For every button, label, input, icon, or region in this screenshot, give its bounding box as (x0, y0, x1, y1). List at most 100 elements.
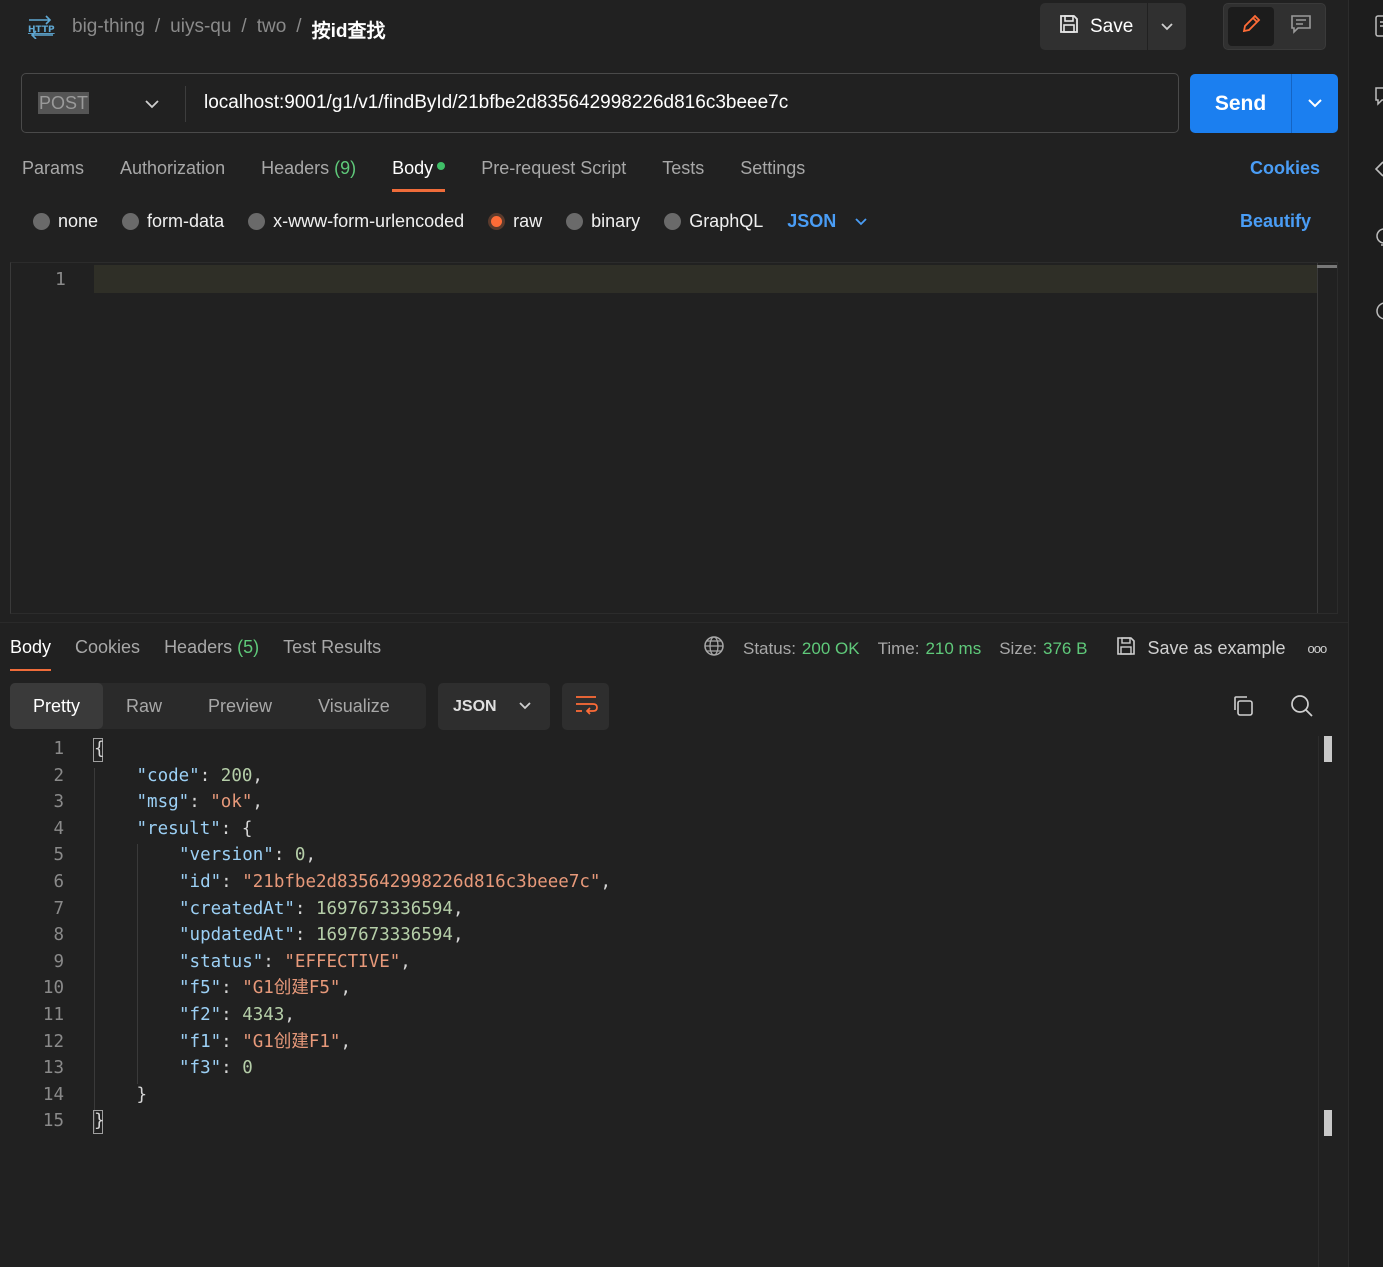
json-string: "EFFECTIVE" (284, 951, 401, 972)
breadcrumb-item[interactable]: uiys-qu (170, 16, 231, 43)
breadcrumb-item[interactable]: big-thing (72, 16, 145, 43)
line-number: 11 (42, 1004, 64, 1025)
method-select[interactable]: POST (38, 92, 90, 114)
tab-label: Body (10, 637, 52, 657)
tab-tests[interactable]: Tests (662, 158, 704, 192)
radio-binary[interactable]: binary (566, 211, 640, 232)
pencil-icon (1240, 13, 1262, 40)
edit-mode-button[interactable] (1228, 7, 1274, 46)
radio-raw[interactable]: raw (488, 211, 542, 232)
lightbulb-icon[interactable] (1375, 227, 1383, 249)
scrollbar[interactable] (1317, 263, 1318, 613)
radio-circle (664, 213, 682, 230)
code-text: "version": 0, (94, 842, 316, 869)
tab-params[interactable]: Params (22, 158, 84, 192)
json-key: "code" (136, 765, 200, 786)
line-number: 15 (42, 1111, 64, 1132)
code-text: "status": "EFFECTIVE", (94, 949, 411, 976)
size-readout[interactable]: Size: 376 B (999, 639, 1087, 659)
tab-test-results[interactable]: Test Results (283, 637, 381, 671)
scrollbar-thumb[interactable] (1317, 265, 1337, 268)
view-pretty-button[interactable]: Pretty (10, 683, 104, 729)
cookies-link[interactable]: Cookies (1250, 158, 1320, 179)
info-icon[interactable] (1375, 300, 1383, 322)
documentation-icon[interactable] (1375, 15, 1383, 37)
json-punctuation: , (600, 871, 612, 892)
json-punctuation: : (263, 951, 285, 972)
request-body-editor[interactable]: 1 (10, 262, 1338, 614)
save-button[interactable]: Save (1040, 3, 1148, 50)
chevron-down-icon[interactable] (144, 94, 160, 115)
radio-graphql[interactable]: GraphQL (664, 211, 763, 232)
code-line: 14} (0, 1082, 1320, 1109)
response-view-modes: Pretty Raw Preview Visualize (10, 683, 426, 729)
response-format-select[interactable]: JSON (438, 683, 550, 730)
tab-authorization[interactable]: Authorization (120, 158, 225, 192)
line-number: 4 (53, 818, 64, 839)
json-punctuation: , (452, 898, 464, 919)
url-input[interactable]: localhost:9001/g1/v1/findById/21bfbe2d83… (204, 92, 788, 114)
radio-none[interactable]: none (33, 211, 98, 232)
response-body-viewer[interactable]: 1{2 "code": 200, 3 "msg": "ok", 4 "result": {… (0, 736, 1320, 1135)
tab-response-cookies[interactable]: Cookies (75, 637, 140, 671)
beautify-button[interactable]: Beautify (1240, 211, 1311, 232)
search-button[interactable] (1290, 694, 1314, 723)
status-readout[interactable]: Status: 200 OK (743, 639, 860, 659)
tab-headers[interactable]: Headers (9) (261, 158, 356, 192)
status-value: 200 OK (801, 638, 860, 658)
radio-circle (566, 213, 584, 230)
tab-response-headers[interactable]: Headers (5) (164, 637, 259, 671)
radio-label: raw (513, 211, 543, 231)
tab-response-body[interactable]: Body (10, 637, 52, 671)
tab-label: Cookies (75, 637, 141, 657)
tab-label: Authorization (120, 158, 226, 178)
comment-icon[interactable] (1375, 86, 1383, 108)
send-options-button[interactable] (1292, 74, 1338, 133)
code-icon[interactable] (1375, 158, 1383, 180)
tab-label: Pre-request Script (481, 158, 627, 178)
tab-label: Headers (261, 158, 330, 178)
tab-body[interactable]: Body (392, 158, 446, 192)
radio-circle (248, 213, 266, 230)
globe-icon[interactable] (703, 635, 725, 662)
more-options-icon[interactable]: ooo (1308, 641, 1328, 656)
code-text: "f2": 4343, (94, 1002, 295, 1029)
json-key: "f3" (179, 1058, 222, 1079)
breadcrumb-separator: / (241, 16, 247, 37)
tab-pre-request-script[interactable]: Pre-request Script (481, 158, 626, 192)
radio-x-www-form-urlencoded[interactable]: x-www-form-urlencoded (248, 211, 464, 232)
raw-format-select[interactable]: JSON (787, 211, 868, 232)
code-text: "updatedAt": 1697673336594, (94, 922, 464, 949)
request-name[interactable]: 按id查找 (312, 16, 386, 43)
view-preview-button[interactable]: Preview (185, 683, 295, 729)
code-line: 7 "createdAt": 1697673336594, (0, 896, 1320, 923)
tab-settings[interactable]: Settings (740, 158, 805, 192)
code-text: "code": 200, (94, 763, 263, 790)
scrollbar[interactable] (1318, 736, 1319, 1267)
tab-label: Headers (164, 637, 233, 657)
radio-label: none (58, 211, 99, 231)
view-visualize-button[interactable]: Visualize (295, 683, 413, 729)
comments-button[interactable] (1278, 7, 1324, 46)
status-label: Status: (743, 638, 796, 658)
body-type-selector: none form-data x-www-form-urlencoded raw… (33, 211, 868, 232)
save-button-group: Save (1040, 3, 1186, 50)
time-readout[interactable]: Time: 210 ms (878, 639, 982, 659)
save-as-example-button[interactable]: Save as example (1115, 635, 1286, 662)
save-options-button[interactable] (1148, 3, 1186, 50)
radio-label: form-data (147, 211, 225, 231)
view-raw-button[interactable]: Raw (103, 683, 185, 729)
send-button[interactable]: Send (1190, 74, 1291, 133)
line-number: 7 (53, 898, 64, 919)
pane-divider[interactable] (0, 622, 1348, 623)
breadcrumb-item[interactable]: two (257, 16, 287, 43)
code-text: } (94, 1082, 148, 1109)
code-text: "msg": "ok", (94, 789, 263, 816)
tab-label: Tests (662, 158, 705, 178)
wrap-lines-button[interactable] (562, 683, 609, 730)
radio-form-data[interactable]: form-data (122, 211, 224, 232)
code-line: 1{ (0, 736, 1320, 763)
response-format-label: JSON (453, 697, 497, 715)
json-punctuation: : (294, 925, 316, 946)
copy-button[interactable] (1231, 694, 1255, 723)
